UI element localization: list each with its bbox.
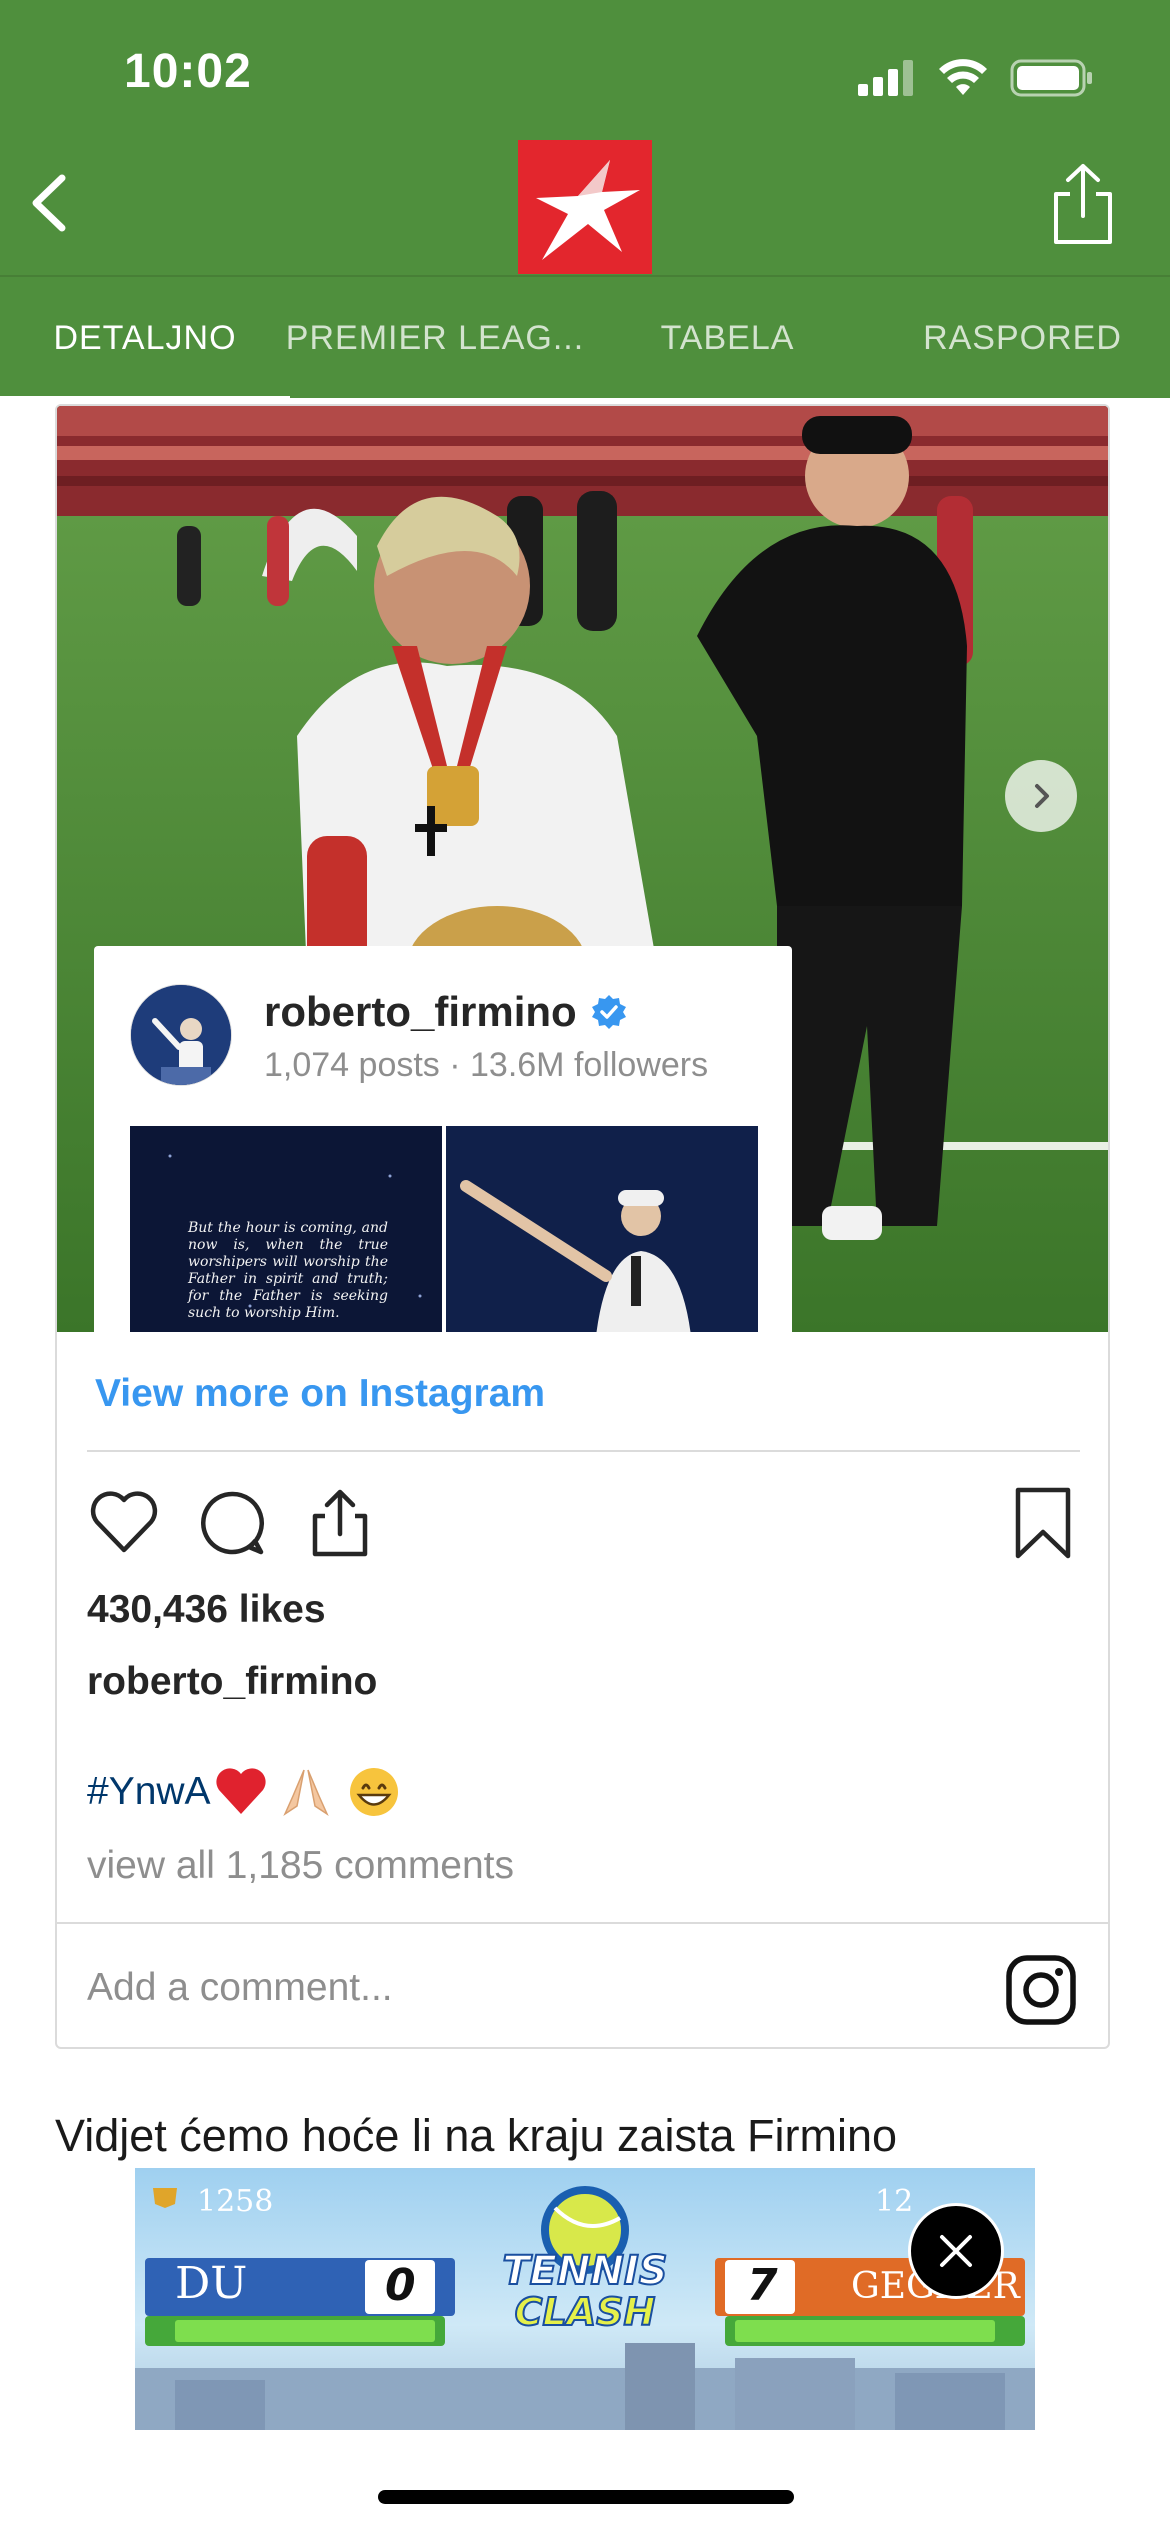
- profile-avatar[interactable]: [130, 984, 232, 1086]
- comment-button[interactable]: [195, 1486, 269, 1560]
- post-photo[interactable]: roberto_firmino 1,074 posts · 13.6M foll…: [57, 406, 1108, 1332]
- praying-hands-emoji-icon: [282, 1769, 329, 1817]
- section-tabs: DETALJNO PREMIER LEAG... TABELA RASPORED: [0, 275, 1170, 402]
- ad-left-set-score: 0: [385, 2260, 416, 2311]
- star-logo-icon: [536, 160, 640, 260]
- ad-banner[interactable]: 1258 DU 0 TENNIS CLASH 12 7 GEGNER: [135, 2168, 1035, 2430]
- status-icons: [858, 56, 1094, 100]
- ad-right-points: 12: [875, 2184, 914, 2219]
- home-indicator[interactable]: [378, 2490, 794, 2504]
- app-header: 10:02 DETALJNO PREMIER LEAG... TABELA RA…: [0, 0, 1170, 402]
- ad-game-title-line2: CLASH: [514, 2289, 657, 2335]
- grinning-face-emoji-icon: [349, 1768, 398, 1816]
- instagram-profile-preview[interactable]: roberto_firmino 1,074 posts · 13.6M foll…: [94, 946, 792, 1332]
- share-button[interactable]: [1046, 160, 1120, 250]
- ad-right-set-score: 7: [747, 2260, 778, 2311]
- comment-icon: [201, 1491, 264, 1555]
- ad-game-title-line1: TENNIS: [501, 2247, 668, 2295]
- profile-username[interactable]: roberto_firmino: [264, 988, 577, 1036]
- profile-stats: 1,074 posts · 13.6M followers: [264, 1046, 709, 1084]
- instagram-embed: roberto_firmino 1,074 posts · 13.6M foll…: [55, 404, 1110, 2049]
- active-tab-indicator: [0, 396, 290, 402]
- wifi-icon: [939, 59, 987, 95]
- close-icon: [940, 2235, 972, 2267]
- instagram-logo-button[interactable]: [1005, 1954, 1077, 2026]
- like-count[interactable]: 430,436 likes: [87, 1588, 326, 1632]
- view-all-comments-link[interactable]: view all 1,185 comments: [87, 1844, 514, 1888]
- divider: [87, 1450, 1080, 1452]
- share-icon: [312, 1489, 368, 1557]
- article-paragraph: Vidjet ćemo hoće li na kraju zaista Firm…: [55, 2110, 898, 2161]
- divider: [57, 1922, 1108, 1924]
- chevron-right-icon: [1035, 784, 1049, 808]
- post-owner-username[interactable]: roberto_firmino: [87, 1660, 377, 1704]
- tab-premier-league[interactable]: PREMIER LEAG...: [286, 277, 583, 400]
- tab-raspored[interactable]: RASPORED: [875, 277, 1170, 400]
- post-caption: #YnwA: [87, 1766, 403, 1818]
- red-heart-emoji-icon: [215, 1768, 266, 1814]
- tab-tabela[interactable]: TABELA: [580, 277, 875, 400]
- bookmark-icon: [1015, 1487, 1071, 1559]
- back-button[interactable]: [22, 168, 82, 238]
- add-comment-field[interactable]: Add a comment...: [87, 1966, 393, 2010]
- signal-icon: [858, 60, 913, 96]
- share-icon: [1054, 164, 1112, 244]
- heart-icon: [90, 1491, 158, 1553]
- view-more-on-instagram-link[interactable]: View more on Instagram: [95, 1372, 545, 1416]
- profile-grid-image-photo[interactable]: [446, 1126, 758, 1332]
- save-button[interactable]: [1006, 1486, 1080, 1560]
- verified-badge-icon: [591, 995, 626, 1029]
- tab-detaljno[interactable]: DETALJNO: [0, 277, 290, 400]
- battery-icon: [1010, 59, 1092, 97]
- ad-close-button[interactable]: [908, 2203, 1004, 2299]
- status-time: 10:02: [124, 45, 252, 98]
- share-post-button[interactable]: [303, 1486, 377, 1560]
- hashtag-link[interactable]: #YnwA: [87, 1770, 211, 1814]
- carousel-next-button[interactable]: [1005, 760, 1077, 832]
- like-button[interactable]: [87, 1486, 161, 1560]
- instagram-icon: [1006, 1955, 1076, 2025]
- post-actions: [87, 1486, 1080, 1566]
- profile-grid-image-quote[interactable]: But the hour is coming, and now is, when…: [130, 1126, 442, 1332]
- app-logo: [518, 140, 652, 274]
- ad-left-points: 1258: [197, 2184, 274, 2219]
- profile-username-row[interactable]: roberto_firmino: [264, 988, 627, 1036]
- quote-text: But the hour is coming, and now is, when…: [188, 1220, 388, 1321]
- ad-left-player: DU: [175, 2258, 248, 2309]
- chevron-left-icon: [32, 174, 66, 232]
